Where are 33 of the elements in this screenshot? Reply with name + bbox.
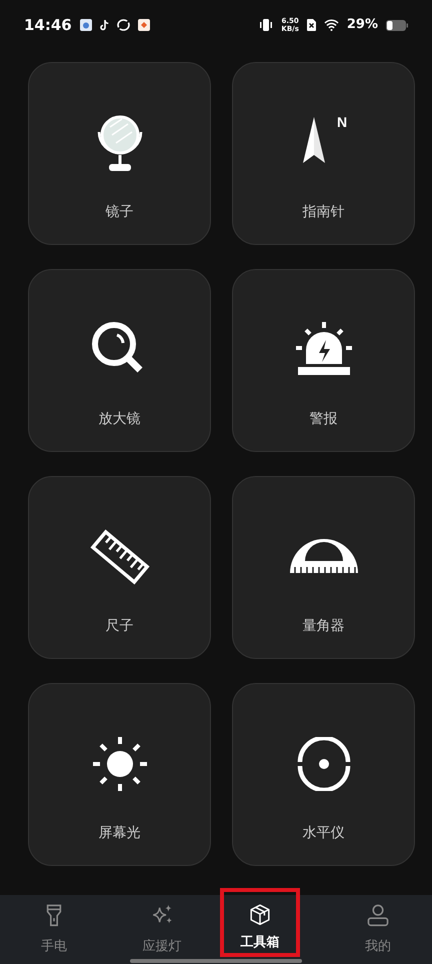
tool-label: 尺子 bbox=[106, 617, 134, 636]
nav-tab[interactable]: 应援灯 bbox=[108, 895, 216, 957]
battery-icon bbox=[386, 20, 408, 30]
tool-tile[interactable]: 镜子 bbox=[28, 62, 211, 245]
tool-label: 屏幕光 bbox=[98, 824, 140, 843]
tool-tile[interactable]: 放大镜 bbox=[28, 269, 211, 452]
nav-tab[interactable]: 工具箱 bbox=[220, 888, 300, 957]
app-notification-icon bbox=[138, 19, 150, 31]
app-notification-icon bbox=[80, 19, 92, 31]
nav-tab[interactable]: 手电 bbox=[0, 895, 108, 957]
vibrate-icon bbox=[259, 19, 274, 31]
tool-label: 指南针 bbox=[302, 203, 344, 222]
nav-tab[interactable]: 我的 bbox=[324, 895, 432, 957]
tool-label: 镜子 bbox=[106, 203, 134, 222]
tool-tile[interactable]: 水平仪 bbox=[232, 683, 415, 866]
app-notification-icon bbox=[100, 20, 109, 30]
wifi-icon bbox=[324, 19, 339, 31]
tool-tile[interactable]: 尺子 bbox=[28, 476, 211, 659]
tool-label: 放大镜 bbox=[98, 410, 140, 429]
app-notification-icon bbox=[116, 19, 130, 31]
sim-card-icon bbox=[306, 19, 316, 31]
tool-label: 水平仪 bbox=[302, 824, 344, 843]
tool-label: 量角器 bbox=[302, 617, 344, 636]
tool-tile[interactable]: 警报 bbox=[232, 269, 415, 452]
tool-tile[interactable]: 屏幕光 bbox=[28, 683, 211, 866]
level-target-icon bbox=[296, 737, 350, 791]
tool-tile[interactable]: N 指南针 bbox=[232, 62, 415, 245]
battery-percentage: 29% bbox=[346, 16, 378, 34]
ruler-icon bbox=[90, 527, 150, 587]
tool-tile[interactable]: 量角器 bbox=[232, 476, 415, 659]
sun-icon bbox=[92, 736, 148, 792]
tool-label: 警报 bbox=[310, 410, 338, 429]
clock-time: 14:46 bbox=[24, 14, 72, 36]
